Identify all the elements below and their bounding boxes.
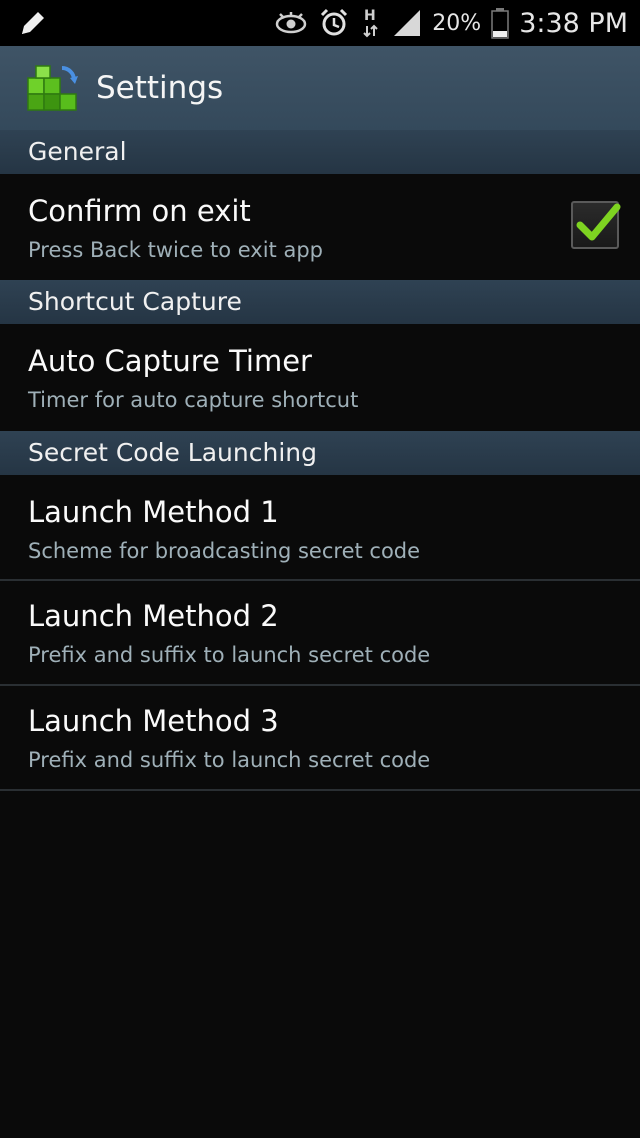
- hsdpa-icon: H: [363, 8, 379, 38]
- pref-title: Confirm on exit: [28, 194, 251, 228]
- pref-summary: Scheme for broadcasting secret code: [28, 539, 421, 563]
- category-label: General: [28, 137, 127, 166]
- pref-summary: Prefix and suffix to launch secret code: [28, 748, 431, 772]
- pref-title: Launch Method 2: [28, 599, 279, 633]
- checkmark-icon: [576, 203, 621, 241]
- pref-launch-method-3[interactable]: Launch Method 3 Prefix and suffix to lau…: [0, 686, 640, 789]
- pref-summary: Prefix and suffix to launch secret code: [28, 643, 431, 667]
- battery-percent: 20%: [432, 10, 482, 36]
- pref-summary: Press Back twice to exit app: [28, 238, 323, 262]
- pref-launch-method-1[interactable]: Launch Method 1 Scheme for broadcasting …: [0, 475, 640, 579]
- eye-icon: [276, 12, 307, 34]
- pencil-icon: [22, 12, 44, 34]
- confirm-exit-checkbox[interactable]: [571, 201, 621, 249]
- pref-title: Auto Capture Timer: [28, 344, 312, 378]
- status-right: H 20% 3:38 PM: [274, 0, 628, 46]
- settings-screen: H 20% 3:38 PM Settings General Confirm o…: [0, 0, 640, 1138]
- pref-summary: Timer for auto capture shortcut: [28, 388, 359, 412]
- category-shortcut-capture: Shortcut Capture: [0, 280, 640, 324]
- pref-title: Launch Method 1: [28, 495, 279, 529]
- alarm-icon: [321, 8, 348, 36]
- pref-auto-capture-timer[interactable]: Auto Capture Timer Timer for auto captur…: [0, 324, 640, 430]
- status-time: 3:38 PM: [519, 7, 628, 39]
- divider: [0, 789, 640, 791]
- category-label: Shortcut Capture: [28, 287, 242, 316]
- cube-refresh-icon[interactable]: [22, 58, 82, 118]
- status-left: [18, 8, 50, 42]
- battery-icon: [491, 8, 509, 39]
- category-secret-code-launching: Secret Code Launching: [0, 431, 640, 475]
- network-label: H: [364, 8, 376, 24]
- pref-title: Launch Method 3: [28, 704, 279, 738]
- category-general: General: [0, 130, 640, 174]
- pref-confirm-on-exit[interactable]: Confirm on exit Press Back twice to exit…: [0, 174, 640, 280]
- action-bar: Settings: [0, 46, 640, 132]
- signal-icon: [394, 10, 421, 36]
- page-title: Settings: [96, 70, 224, 106]
- status-bar: H 20% 3:38 PM: [0, 0, 640, 46]
- pref-launch-method-2[interactable]: Launch Method 2 Prefix and suffix to lau…: [0, 581, 640, 684]
- category-label: Secret Code Launching: [28, 438, 317, 467]
